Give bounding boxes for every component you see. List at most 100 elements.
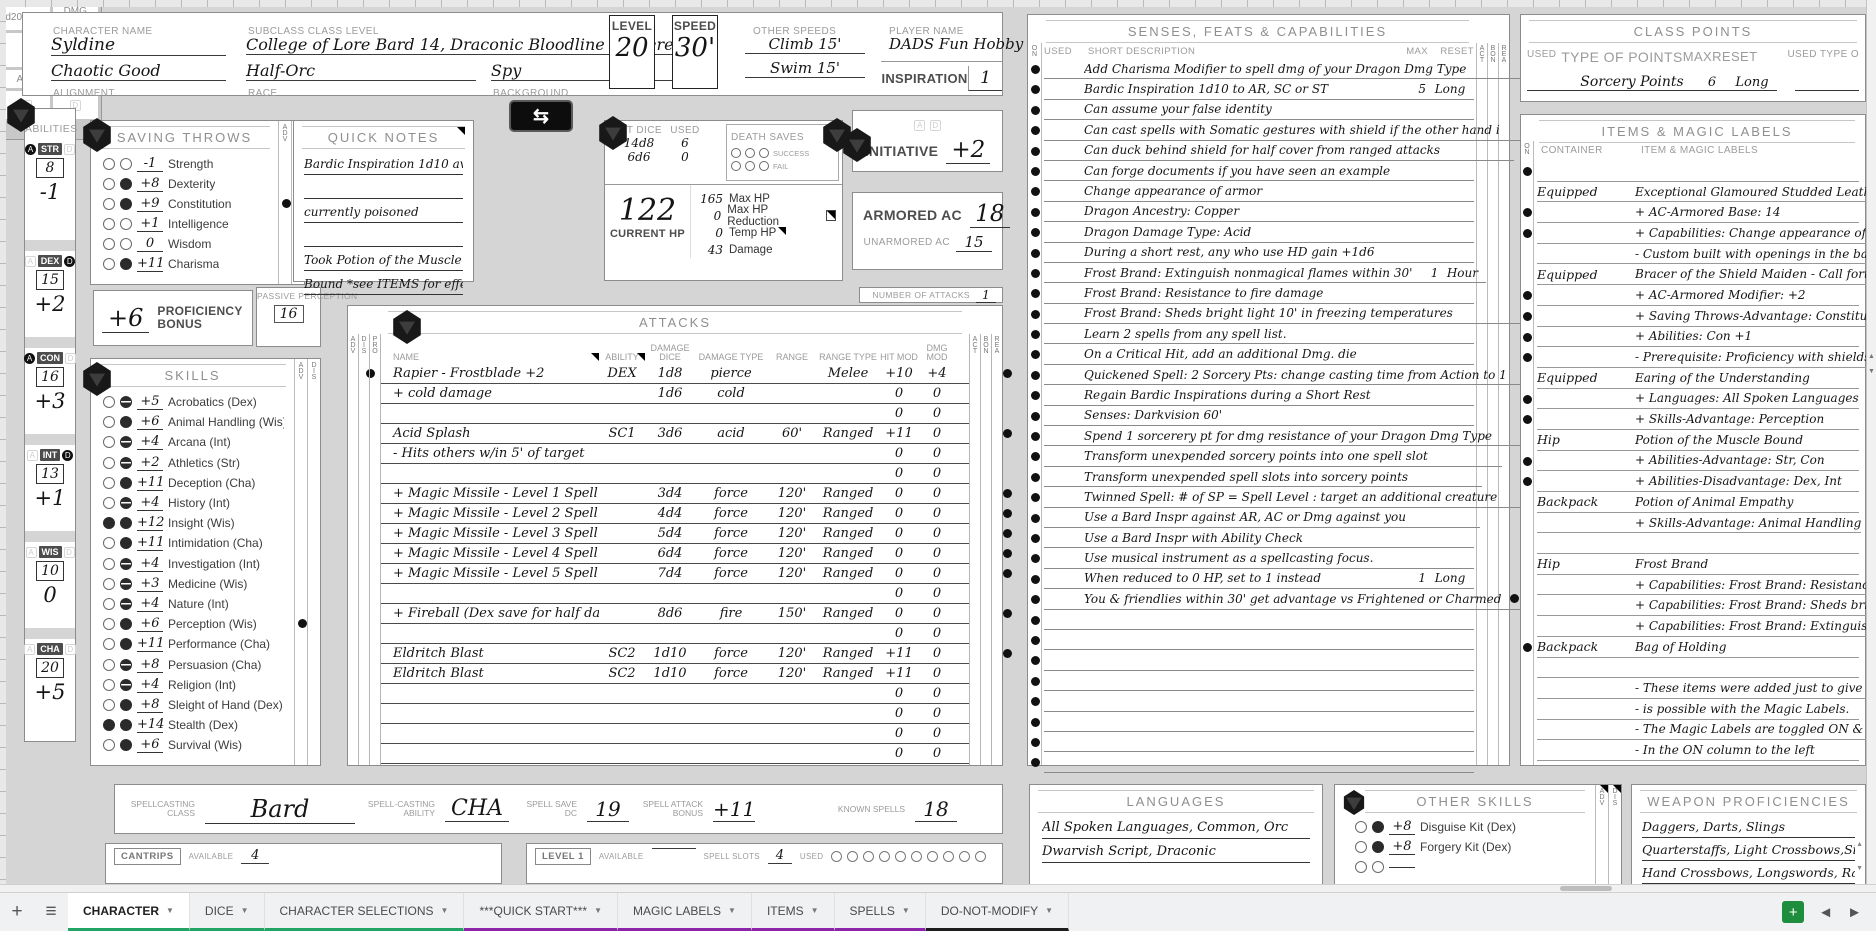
advantage-icon[interactable]: A [27,450,38,461]
feat-row[interactable]: Add Charisma Modifier to spell dmg of yo… [1028,59,1509,79]
skill-proficiency-circle[interactable] [120,598,132,610]
attack-row[interactable]: 0 0 [348,624,1002,644]
attack-row[interactable]: + Magic Missile - Level 2 Spell Slot 4d4… [348,504,1002,524]
feat-row[interactable]: Can duck behind shield for half cover fr… [1028,141,1509,161]
skill-proficiency-circle[interactable] [120,396,132,408]
skill-expertise-circle[interactable] [103,618,115,630]
item-on-dot[interactable] [1523,643,1532,652]
save-checkbox[interactable] [103,218,115,230]
skill-proficiency-circle[interactable] [120,477,132,489]
disadvantage-icon[interactable]: D [930,120,941,131]
feat-row[interactable] [1028,752,1509,772]
skill-expertise-circle[interactable] [103,457,115,469]
scrollbar-handle[interactable] [1560,886,1612,891]
new-item-button[interactable]: + [1782,901,1804,923]
scroll-tabs-right-icon[interactable]: ► [1847,904,1862,921]
feat-row[interactable]: Senses: Darkvision 60' [1028,406,1509,426]
chevron-down-icon[interactable]: ▼ [441,906,449,915]
weapon-proficiency-line[interactable]: Quarterstaffs, Light Crossbows,Simple [1642,838,1855,861]
sheet-tab[interactable]: CHARACTER SELECTIONS ▼ [265,893,465,931]
item-row[interactable]: + Skills-Advantage: Animal Handling [1521,513,1865,534]
spell-slot-circle[interactable] [959,851,970,862]
attack-row[interactable]: + Magic Missile - Level 3 Spell Slot 5d4… [348,524,1002,544]
max-hp-value[interactable]: 165 [693,192,723,206]
death-save-success-circle[interactable] [745,148,755,158]
skill-proficiency-circle[interactable] [120,517,132,529]
quick-note-line[interactable] [304,223,463,247]
disadvantage-icon[interactable]: D [64,144,75,155]
save-checkbox[interactable] [103,158,115,170]
attack-row[interactable]: Eldritch Blast SC2 1d10 force 120' Range… [348,644,1002,664]
skill-expertise-circle[interactable] [103,396,115,408]
attack-row[interactable]: + Magic Missile - Level 5 Spell Slot 7d4… [348,564,1002,584]
feat-row[interactable]: Frost Brand: Resistance to fire damage [1028,283,1509,303]
disadvantage-icon[interactable]: D [65,644,76,655]
speed-value[interactable]: 30' [673,33,717,63]
feat-row[interactable]: During a short rest, any who use HD gain… [1028,243,1509,263]
item-on-dot[interactable] [1523,333,1532,342]
scroll-down-icon[interactable]: ▼ [1856,865,1863,872]
item-on-dot[interactable] [1523,353,1532,362]
item-on-dot[interactable] [1523,167,1532,176]
other-speed-climb[interactable]: Climb 15' [745,35,865,54]
feat-row[interactable]: Transform unexpended sorcery points into… [1028,446,1509,466]
spell-slot-circle[interactable] [975,851,986,862]
feat-row[interactable] [1028,712,1509,732]
other-speed-swim[interactable]: Swim 15' [745,59,865,78]
other-skill-circle[interactable] [1355,841,1367,853]
item-row[interactable]: + Saving Throws-Advantage: Constitution [1521,306,1865,327]
level-value[interactable]: 20 [610,33,654,63]
known-spells-value[interactable]: 18 [915,797,957,822]
chevron-down-icon[interactable]: ▼ [594,906,602,915]
item-row[interactable]: + Abilities: Con +1 [1521,327,1865,348]
item-row[interactable]: + Skills-Advantage: Perception [1521,409,1865,430]
skill-expertise-circle[interactable] [103,416,115,428]
quick-note-line[interactable]: Took Potion of the Muscle [304,247,463,271]
item-row[interactable]: + Capabilities: Frost Brand: Extinguish … [1521,616,1865,637]
advantage-icon[interactable]: A [26,547,37,558]
attack-row[interactable]: + Magic Missile - Level 4 Spell Slot 6d4… [348,544,1002,564]
item-row[interactable]: - Prerequisite: Proficiency with shields [1521,347,1865,368]
item-on-dot[interactable] [1523,395,1532,404]
skill-proficiency-circle[interactable] [120,497,132,509]
skill-expertise-circle[interactable] [103,578,115,590]
feat-row[interactable]: When reduced to 0 HP, set to 1 instead 1… [1028,569,1509,589]
ability-score[interactable]: 15 [36,270,64,290]
other-skill-proficiency-circle[interactable] [1372,841,1384,853]
save-checkbox[interactable] [103,198,115,210]
hit-dice-value[interactable]: 6d6 [613,150,665,164]
feat-row[interactable] [1028,650,1509,670]
hit-dice-used-value[interactable]: 6 [665,136,705,150]
horizontal-scrollbar[interactable] [0,884,1876,892]
scroll-up-icon[interactable]: ▲ [1856,841,1863,848]
feat-row[interactable]: Can cast spells with Somatic gestures wi… [1028,120,1509,140]
attack-row[interactable]: 0 0 [348,684,1002,704]
ability-score[interactable]: 8 [36,158,64,178]
disadvantage-icon[interactable]: D [64,547,75,558]
item-row[interactable]: + Capabilities: Frost Brand: Sheds brigh… [1521,595,1865,616]
ability-score[interactable]: 20 [36,658,64,678]
skill-proficiency-circle[interactable] [120,537,132,549]
sheet-tab[interactable]: SPELLS ▼ [835,893,926,931]
sheet-tab[interactable]: DO-NOT-MODIFY ▼ [926,893,1069,931]
sheet-tab[interactable]: ITEMS ▼ [752,893,835,931]
item-row[interactable]: + Abilities-Advantage: Str, Con [1521,451,1865,472]
other-skill-circle[interactable] [1355,821,1367,833]
death-save-fail-circle[interactable] [745,161,755,171]
skill-expertise-circle[interactable] [103,659,115,671]
chevron-down-icon[interactable]: ▼ [1045,906,1053,915]
item-row[interactable]: + Capabilities: Frost Brand: Resistance … [1521,575,1865,596]
other-skill-proficiency-circle[interactable] [1372,861,1384,873]
death-save-success-circle[interactable] [759,148,769,158]
feat-row[interactable]: Use musical instrument as a spellcasting… [1028,548,1509,568]
feat-row[interactable]: Bardic Inspiration 1d10 to AR, SC or ST … [1028,79,1509,99]
disadvantage-icon[interactable]: D [62,450,73,461]
attack-row[interactable]: + Fireball (Dex save for half damage) 8d… [348,604,1002,624]
skill-expertise-circle[interactable] [103,699,115,711]
sheet-tab[interactable]: CHARACTER ▼ [68,893,190,931]
item-row[interactable]: + AC-Armored Base: 14 [1521,202,1865,223]
skill-expertise-circle[interactable] [103,598,115,610]
player-name-value[interactable]: DADS Fun Hobby [889,35,999,53]
skill-expertise-circle[interactable] [103,679,115,691]
scroll-down-icon[interactable]: ▼ [1868,368,1875,375]
